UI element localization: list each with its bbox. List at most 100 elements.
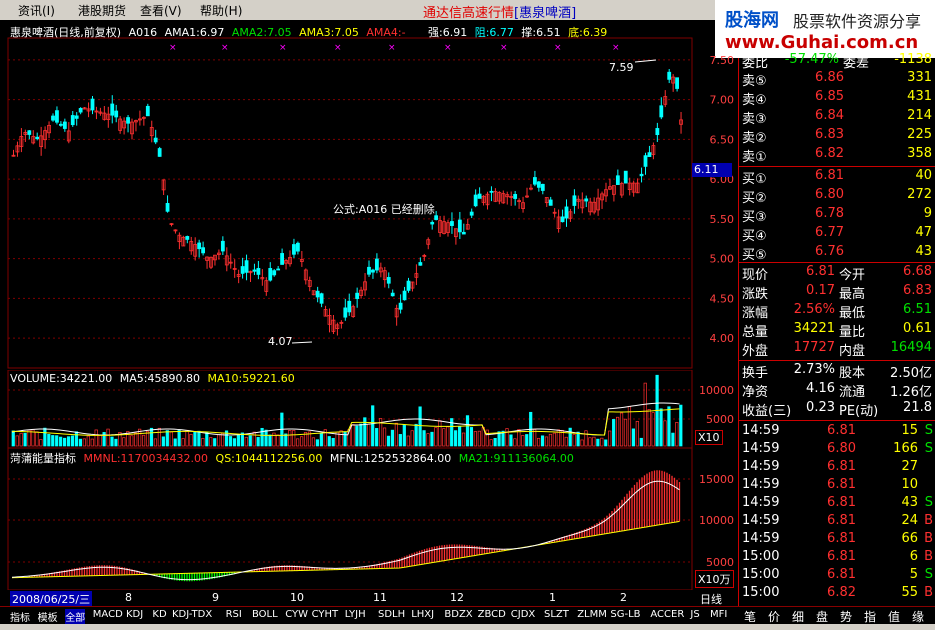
energy-chart[interactable]: 15000 10000 5000 bbox=[0, 448, 738, 590]
tab-cyht[interactable]: CYHT bbox=[312, 609, 339, 620]
candle-body bbox=[406, 280, 411, 291]
tab-rsi[interactable]: RSI bbox=[226, 609, 242, 620]
tab-kdj[interactable]: KDJ bbox=[126, 609, 143, 620]
tab-全部[interactable]: 全部 bbox=[65, 609, 86, 624]
tick-row[interactable]: 15:00 6.81 5 S bbox=[739, 567, 935, 585]
ratio-value: -57.47% bbox=[784, 52, 839, 67]
volume-bar bbox=[244, 436, 248, 447]
indicator-tabs: 指标 模板 全部 MACD KDJ KD KDJ-TDX RSI BOLL CYW CYHT LYJH… bbox=[0, 606, 738, 624]
tick-row[interactable]: 14:59 6.81 66 B bbox=[739, 531, 935, 549]
tab-slzt[interactable]: SLZT bbox=[544, 609, 569, 620]
volume-pane[interactable]: 10000 5000 VOLUME:34221.00 MA5:45890.80 M… bbox=[0, 370, 738, 448]
tab-bdzx[interactable]: BDZX bbox=[444, 609, 472, 620]
panel-tab[interactable]: 笔 bbox=[744, 608, 756, 625]
panel-tab[interactable]: 值 bbox=[888, 608, 900, 625]
finance-row: 换手 2.73% 股本 2.50亿 bbox=[739, 362, 935, 381]
mfnl-label: MFNL:1252532864.00 bbox=[329, 452, 452, 465]
menu-view[interactable]: 查看(V) bbox=[140, 2, 182, 19]
candle-body bbox=[639, 173, 644, 177]
marker-x: × bbox=[169, 43, 177, 53]
volume-bar bbox=[327, 436, 331, 447]
row-price: 6.85 bbox=[815, 89, 844, 104]
tick-row[interactable]: 15:00 6.81 6 B bbox=[739, 549, 935, 567]
tab-sdlh[interactable]: SDLH bbox=[378, 609, 405, 620]
stat-value: 0.17 bbox=[806, 283, 835, 298]
tab-kdj-tdx[interactable]: KDJ-TDX bbox=[172, 609, 212, 620]
tick-row[interactable]: 14:59 6.81 15 S bbox=[739, 423, 935, 441]
tab-lhxj[interactable]: LHXJ bbox=[411, 609, 434, 620]
stat-value: 0.61 bbox=[903, 321, 932, 336]
volume-bar bbox=[454, 430, 458, 447]
candle-body bbox=[197, 242, 202, 250]
ama1-label: AMA1:6.97 bbox=[164, 26, 225, 39]
volume-bar bbox=[568, 427, 572, 447]
volume-bar bbox=[165, 430, 169, 447]
candle-body bbox=[513, 194, 518, 199]
candle-body bbox=[540, 183, 545, 191]
panel-tab[interactable]: 缘 bbox=[912, 608, 924, 625]
tab-sg-lb[interactable]: SG-LB bbox=[610, 609, 640, 620]
panel-tab[interactable]: 价 bbox=[768, 608, 780, 625]
volume-bar bbox=[185, 429, 189, 447]
tab-zlmm[interactable]: ZLMM bbox=[577, 609, 607, 620]
energy-unit: X10万 bbox=[695, 570, 734, 588]
kline-pane[interactable]: 7.50 7.00 6.50 6.00 5.50 5.00 4.50 4.00 × × × × × × × ×… bbox=[0, 20, 738, 370]
tick-time: 14:59 bbox=[742, 441, 780, 456]
row-volume: 358 bbox=[907, 146, 932, 161]
volume-bar bbox=[592, 436, 596, 447]
candle-body bbox=[51, 115, 55, 121]
volume-bar bbox=[134, 432, 138, 447]
volume-bar bbox=[410, 430, 414, 447]
tick-price: 6.81 bbox=[827, 567, 856, 582]
tick-row[interactable]: 15:00 6.82 55 B bbox=[739, 585, 935, 603]
tab-macd[interactable]: MACD bbox=[93, 609, 123, 620]
tick-row[interactable]: 14:59 6.81 10 bbox=[739, 477, 935, 495]
price-tick: 5.50 bbox=[710, 213, 735, 226]
panel-tab[interactable]: 指 bbox=[864, 608, 876, 625]
stat-label: 总量 bbox=[742, 325, 769, 340]
kline-header: 惠泉啤酒(日线,前复权) A016 AMA1:6.97 AMA2:7.05 AM… bbox=[10, 24, 410, 40]
volume-bar bbox=[398, 434, 402, 447]
tick-row[interactable]: 14:59 6.81 24 B bbox=[739, 513, 935, 531]
panel-tab[interactable]: 盘 bbox=[816, 608, 828, 625]
tab-lyjh[interactable]: LYJH bbox=[345, 609, 366, 620]
tab-cyw[interactable]: CYW bbox=[285, 609, 308, 620]
candle-body bbox=[430, 221, 435, 225]
volume-bar bbox=[90, 438, 94, 447]
candle-body bbox=[35, 136, 40, 140]
tick-time: 15:00 bbox=[742, 549, 780, 564]
tab-boll[interactable]: BOLL bbox=[252, 609, 278, 620]
menu-help[interactable]: 帮助(H) bbox=[200, 2, 242, 19]
menu-news[interactable]: 资讯(I) bbox=[18, 2, 55, 19]
tab-cjdx[interactable]: CJDX bbox=[511, 609, 535, 620]
volume-bar bbox=[23, 432, 27, 447]
tab-mfi[interactable]: MFI bbox=[710, 609, 727, 620]
volume-bar bbox=[525, 434, 529, 447]
panel-tab[interactable]: 细 bbox=[792, 608, 804, 625]
tick-row[interactable]: 14:59 6.80 166 S bbox=[739, 441, 935, 459]
tab-指标[interactable]: 指标 bbox=[10, 609, 30, 624]
tab-zbcd[interactable]: ZBCD bbox=[478, 609, 506, 620]
tick-row[interactable]: 14:59 6.81 27 bbox=[739, 459, 935, 477]
candle-body bbox=[418, 262, 423, 266]
buy-level: 买⑤ 6.76 43 bbox=[739, 244, 935, 263]
energy-tick: 15000 bbox=[699, 473, 734, 486]
status-bar bbox=[0, 624, 935, 630]
volume-bar bbox=[35, 431, 39, 447]
tab-js[interactable]: JS bbox=[690, 609, 699, 620]
energy-pane[interactable]: 15000 10000 5000 菏蒲能量指标 MMNL:1170034432.00… bbox=[0, 448, 738, 590]
kline-title: 惠泉啤酒(日线,前复权) bbox=[10, 26, 122, 39]
panel-tab[interactable]: 势 bbox=[840, 608, 852, 625]
period-label[interactable]: 日线 bbox=[700, 591, 722, 607]
tick-row[interactable]: 14:59 6.81 43 S bbox=[739, 495, 935, 513]
sell-level: 卖② 6.83 225 bbox=[739, 127, 935, 146]
tab-模板[interactable]: 模板 bbox=[38, 609, 58, 624]
energy-name: 菏蒲能量指标 bbox=[10, 452, 76, 465]
volume-bar bbox=[663, 420, 667, 447]
volume-bar bbox=[675, 422, 679, 447]
tick-volume: 43 bbox=[901, 495, 918, 510]
volume-bar bbox=[572, 434, 576, 447]
tab-accer[interactable]: ACCER bbox=[650, 609, 684, 620]
tab-kd[interactable]: KD bbox=[152, 609, 166, 620]
menu-hk-futures[interactable]: 港股期货 bbox=[78, 2, 126, 19]
